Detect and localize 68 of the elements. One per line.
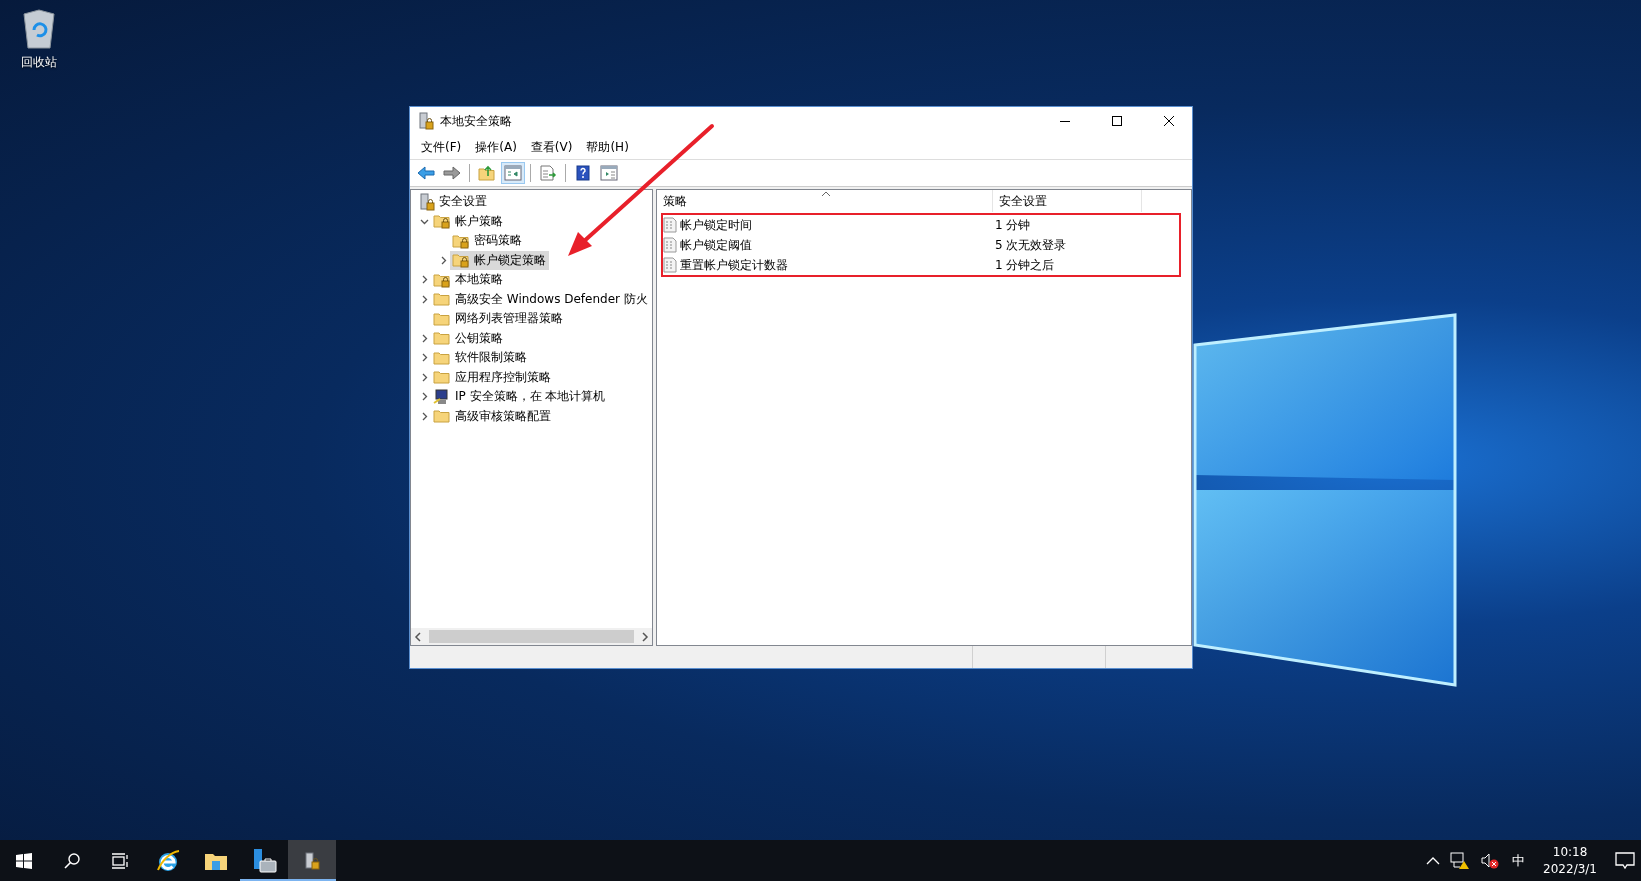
desktop-icon[interactable]: 回收站 xyxy=(12,8,66,71)
setting-cell-text: 5 次无效登录 xyxy=(995,236,1068,254)
column-header[interactable]: 安全设置 xyxy=(993,190,1142,212)
forward-arrow-icon xyxy=(443,166,461,180)
server-toolbox-icon xyxy=(251,847,277,874)
chevron-up-icon[interactable] xyxy=(1426,856,1441,865)
lock-folder-icon xyxy=(433,213,451,230)
maximize-icon xyxy=(1112,116,1122,126)
server-lock-icon xyxy=(419,192,435,211)
speech-bubble-icon xyxy=(1615,851,1635,870)
policy-cell[interactable]: 帐户锁定时间 xyxy=(663,216,995,234)
computer-icon xyxy=(433,388,451,405)
back-arrow-icon xyxy=(417,166,435,180)
menu-item[interactable]: 操作(A) xyxy=(468,138,524,156)
folder-icon xyxy=(433,408,451,425)
menu-item[interactable]: 帮助(H) xyxy=(579,138,636,156)
lock-folder-icon xyxy=(433,271,451,288)
help-icon xyxy=(576,165,590,181)
policy-document-icon xyxy=(663,217,677,233)
sort-caret-icon xyxy=(821,191,831,197)
tree-item[interactable]: IP 安全策略，在 本地计算机 xyxy=(431,387,609,407)
trash-bin-icon xyxy=(20,8,58,50)
column-header[interactable]: 策略 xyxy=(657,190,993,212)
tree-item[interactable]: 密码策略 xyxy=(450,231,525,251)
browser-e-icon xyxy=(155,847,181,874)
tree-item[interactable]: 帐户锁定策略 xyxy=(450,250,549,270)
folder-up-icon xyxy=(478,165,496,181)
task-view-icon xyxy=(111,852,129,869)
policy-document-icon xyxy=(663,237,677,253)
folder-icon xyxy=(433,291,451,308)
panel-toggle-icon xyxy=(504,165,522,181)
clock[interactable]: 10:18 2022/3/1 xyxy=(1537,843,1603,878)
tree-item[interactable]: 本地策略 xyxy=(431,270,506,290)
taskbar-app[interactable] xyxy=(288,840,336,881)
minimize-icon xyxy=(1060,120,1070,122)
windows-icon xyxy=(16,852,32,869)
menu-item[interactable]: 查看(V) xyxy=(523,138,580,156)
tree-item[interactable]: 网络列表管理器策略 xyxy=(431,309,566,329)
volume-muted-icon[interactable] xyxy=(1480,851,1501,870)
window-view-icon xyxy=(600,165,618,181)
input-method-button[interactable]: 中 xyxy=(1510,840,1528,881)
lock-folder-icon xyxy=(452,252,470,269)
window-title: 本地安全策略 xyxy=(440,112,513,130)
server-lock-icon xyxy=(418,112,434,130)
menu-item[interactable]: 文件(F) xyxy=(414,138,469,156)
tree-item[interactable]: 公钥策略 xyxy=(431,328,506,348)
folder-icon xyxy=(433,349,451,366)
tree-item[interactable]: 高级审核策略配置 xyxy=(431,406,554,426)
policy-cell[interactable]: 重置帐户锁定计数器 xyxy=(663,256,995,274)
tree-item[interactable]: 帐户策略 xyxy=(431,211,506,231)
tree-item[interactable]: 高级安全 Windows Defender 防火 xyxy=(431,289,651,309)
setting-cell-text: 1 分钟之后 xyxy=(995,256,1056,274)
network-warning-icon[interactable] xyxy=(1450,851,1471,870)
tree-item[interactable]: 应用程序控制策略 xyxy=(431,367,554,387)
folder-icon xyxy=(433,330,451,347)
lock-folder-icon xyxy=(452,232,470,249)
setting-cell-text: 1 分钟 xyxy=(995,216,1032,234)
horizontal-scrollbar[interactable] xyxy=(411,628,652,645)
close-icon xyxy=(1164,116,1174,126)
tree-item[interactable]: 安全设置 xyxy=(417,191,490,212)
policy-cell[interactable]: 帐户锁定阈值 xyxy=(663,236,995,254)
export-list-icon xyxy=(539,165,557,181)
folder-icon xyxy=(433,369,451,386)
server-lock-icon xyxy=(304,851,320,870)
tree-item[interactable]: 软件限制策略 xyxy=(431,348,530,368)
folder-icon xyxy=(433,310,451,327)
policy-document-icon xyxy=(663,257,677,273)
search-icon xyxy=(63,851,81,870)
